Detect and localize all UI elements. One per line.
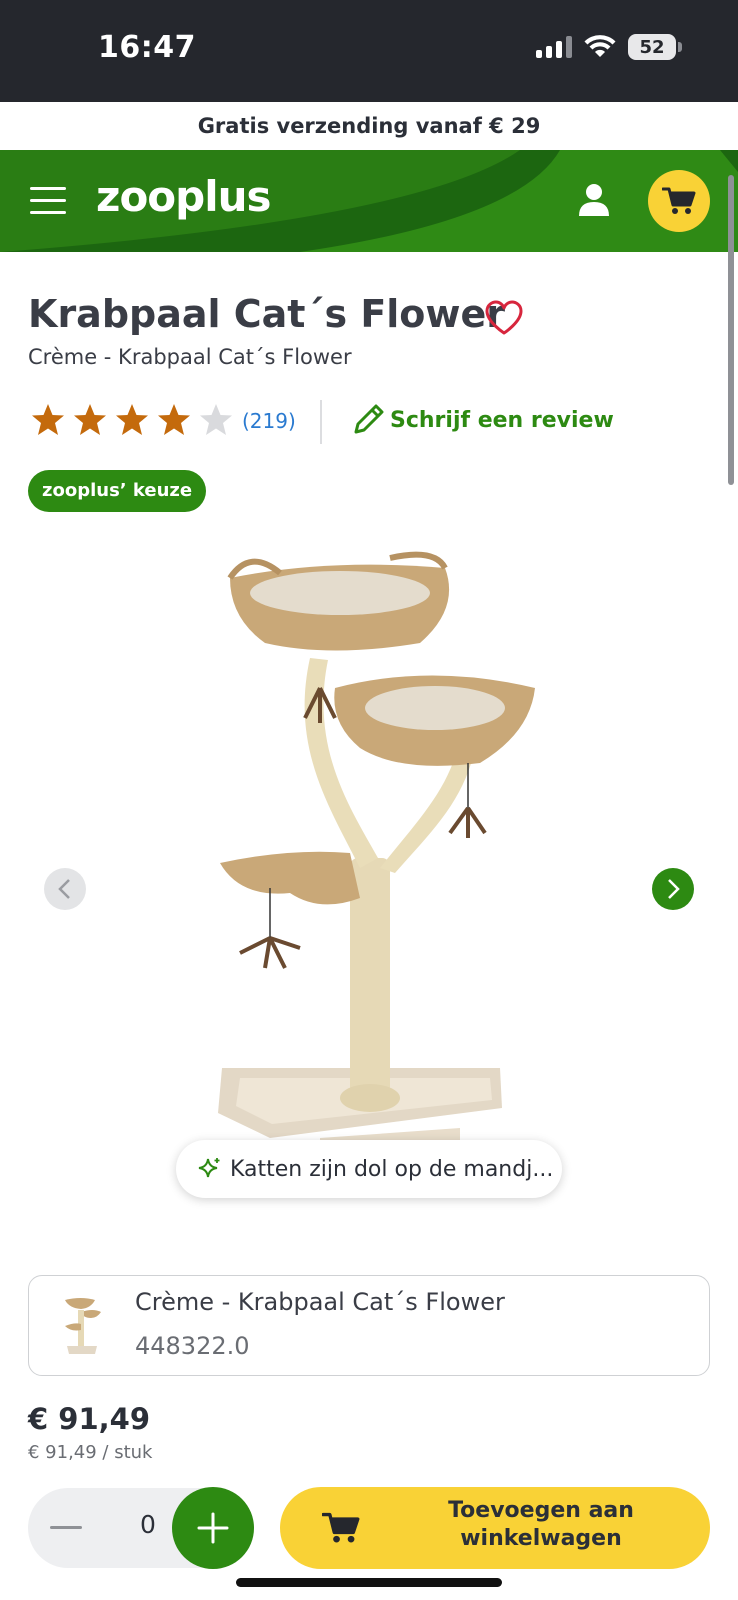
wifi-icon [584, 35, 616, 57]
favorite-heart-icon[interactable] [484, 300, 524, 336]
zooplus-logo[interactable]: zooplus [96, 172, 272, 221]
plus-icon [197, 1512, 229, 1544]
product-subtitle: Crème - Krabpaal Cat´s Flower [28, 345, 352, 369]
rating-divider [320, 400, 322, 444]
ai-summary-pill[interactable]: Katten zijn dol op de mandj... [176, 1140, 562, 1198]
home-indicator[interactable] [236, 1578, 502, 1587]
star-empty-icon [200, 404, 232, 435]
variant-name: Crème - Krabpaal Cat´s Flower [135, 1288, 505, 1316]
scrollbar[interactable] [728, 175, 734, 485]
cart-icon [662, 187, 696, 214]
star-filled-icon [74, 404, 106, 435]
status-icons: 52 [536, 34, 682, 60]
star-filled-icon [116, 404, 148, 435]
review-count-link[interactable]: (219) [242, 409, 296, 433]
star-filled-icon [158, 404, 190, 435]
write-review-link[interactable]: Schrijf een review [350, 402, 614, 438]
product-title: Krabpaal Cat´s Flower [28, 292, 506, 336]
image-previous-button[interactable] [44, 868, 86, 910]
add-to-cart-button[interactable]: Toevoegen aan winkelwagen [280, 1487, 710, 1569]
battery-icon: 52 [628, 34, 682, 60]
shipping-banner: Gratis verzending vanaf € 29 [0, 102, 738, 150]
variant-selector[interactable]: Crème - Krabpaal Cat´s Flower 448322.0 [28, 1275, 710, 1376]
add-to-cart-label: Toevoegen aan winkelwagen [448, 1498, 634, 1551]
chevron-left-icon [58, 879, 70, 899]
variant-thumbnail [65, 1298, 101, 1354]
signal-icon [536, 36, 572, 58]
plus-button[interactable] [172, 1487, 254, 1569]
star-filled-icon [32, 404, 64, 435]
site-header: zooplus [0, 150, 738, 252]
quantity-value[interactable]: 0 [128, 1510, 168, 1539]
pencil-icon [354, 404, 384, 434]
account-icon[interactable] [574, 180, 614, 220]
write-review-label: Schrijf een review [390, 407, 614, 433]
star-rating[interactable] [30, 402, 234, 438]
menu-button[interactable] [30, 185, 66, 215]
product-image[interactable] [210, 548, 560, 1218]
ai-summary-text: Katten zijn dol op de mandj... [230, 1156, 554, 1182]
zooplus-choice-badge: zooplus’ keuze [28, 470, 207, 512]
product-price: € 91,49 [28, 1402, 151, 1436]
unit-price: € 91,49 / stuk [28, 1442, 153, 1463]
minus-button[interactable] [50, 1526, 82, 1529]
sparkle-icon [198, 1158, 220, 1178]
image-next-button[interactable] [652, 868, 694, 910]
variant-sku: 448322.0 [135, 1332, 250, 1360]
chevron-right-icon [668, 879, 680, 899]
status-bar: 16:47 52 [0, 0, 738, 102]
header-cart-button[interactable] [648, 170, 710, 232]
cart-icon [322, 1512, 360, 1543]
status-time: 16:47 [98, 30, 196, 65]
